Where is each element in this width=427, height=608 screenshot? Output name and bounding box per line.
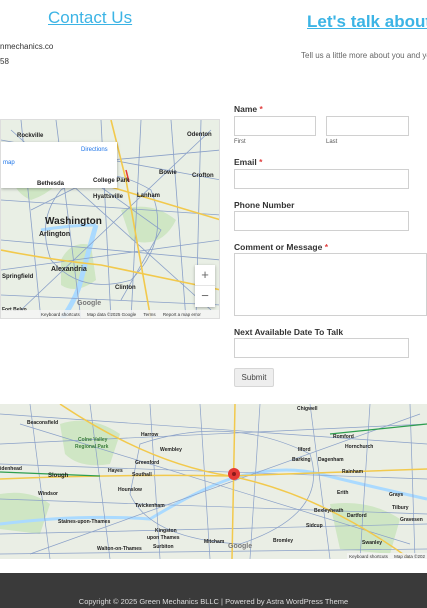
city-hornchurch: Hornchurch	[345, 444, 374, 450]
view-larger-map-link[interactable]: map	[3, 160, 15, 166]
map-zoom-controls: + −	[195, 265, 215, 307]
keyboard-shortcuts-link-2[interactable]: Keyboard shortcuts	[349, 554, 388, 559]
city-kingston: Kingston	[155, 528, 177, 534]
city-ilford: Ilford	[298, 447, 311, 453]
city-mitcham: Mitcham	[204, 539, 225, 545]
submit-button[interactable]: Submit	[234, 368, 274, 387]
city-sidcup: Sidcup	[306, 523, 323, 529]
copyright-text: Copyright © 2025 Green Mechanics BLLC | …	[78, 597, 349, 606]
washington-map[interactable]: Directions map Rockville Bethesda Colleg…	[0, 119, 220, 319]
city-swanley: Swanley	[362, 540, 383, 546]
city-southall: Southall	[132, 472, 152, 478]
contact-phone[interactable]: 58	[0, 57, 9, 66]
city-wembley: Wembley	[160, 447, 182, 453]
city-staines: Staines-upon-Thames	[58, 519, 111, 525]
comment-required-mark: *	[324, 242, 329, 252]
name-label: Name *	[234, 104, 263, 114]
city-hyattsville: Hyattsville	[93, 194, 124, 200]
city-barking: Barking	[292, 457, 311, 463]
talk-heading: Let's talk about y	[307, 12, 427, 31]
date-field[interactable]	[234, 338, 409, 358]
first-name-input[interactable]	[234, 116, 316, 136]
comment-label: Comment or Message *	[234, 242, 329, 252]
city-regional-park: Regional Park	[75, 444, 109, 450]
last-name-input[interactable]	[326, 116, 409, 136]
city-arlington: Arlington	[39, 231, 71, 238]
talk-subtitle: Tell us a little more about you and yo	[301, 51, 427, 60]
city-odenton: Odenton	[187, 132, 212, 138]
city-romford: Romford	[333, 434, 354, 440]
date-label: Next Available Date To Talk	[234, 327, 344, 337]
map-data-text: Map data ©2025 Google	[87, 312, 137, 317]
report-map-error-link[interactable]: Report a map error	[163, 312, 201, 317]
city-crofton: Crofton	[192, 173, 214, 179]
zoom-out-button[interactable]: −	[195, 286, 215, 307]
email-required-mark: *	[259, 157, 263, 167]
city-maidenhead: idenhead	[0, 466, 22, 472]
city-kingston-upon-thames: upon Thames	[147, 535, 180, 541]
city-walton: Walton-on-Thames	[97, 546, 142, 552]
city-bromley: Bromley	[273, 538, 294, 544]
city-dartford: Dartford	[347, 513, 367, 519]
first-name-sublabel: First	[234, 139, 246, 145]
city-twickenham: Twickenham	[135, 503, 165, 509]
city-lanham: Lanham	[137, 193, 161, 199]
zoom-in-button[interactable]: +	[195, 265, 215, 286]
city-springfield: Springfield	[2, 274, 34, 280]
map2-tiles	[0, 404, 427, 559]
map-footer: Keyboard shortcuts Map data ©2025 Google…	[1, 310, 219, 318]
astra-theme-link[interactable]: Astra WordPress Theme	[266, 597, 348, 606]
city-clinton: Clinton	[115, 285, 136, 291]
map2-footer: Keyboard shortcuts Map data ©202	[347, 553, 427, 559]
city-erith: Erith	[337, 490, 349, 496]
comment-textarea[interactable]	[234, 253, 427, 316]
keyboard-shortcuts-link[interactable]: Keyboard shortcuts	[41, 312, 80, 317]
phone-label: Phone Number	[234, 200, 295, 210]
city-washington: Washington	[45, 216, 102, 227]
map-data-text-2: Map data ©202	[394, 554, 425, 559]
contact-email[interactable]: nmechanics.co	[0, 42, 53, 51]
city-tilbury: Tilbury	[392, 505, 409, 511]
phone-field[interactable]	[234, 211, 409, 231]
london-map[interactable]: Chigwell Beaconsfield Colne Valley Regio…	[0, 404, 427, 559]
city-chigwell: Chigwell	[297, 406, 318, 412]
city-beaconsfield: Beaconsfield	[27, 420, 59, 426]
city-grays: Grays	[389, 492, 404, 498]
directions-link[interactable]: Directions	[81, 147, 108, 153]
city-greenford: Greenford	[135, 460, 160, 466]
name-required-mark: *	[259, 104, 263, 114]
email-label: Email *	[234, 157, 263, 167]
last-name-sublabel: Last	[326, 139, 338, 145]
city-hayes: Hayes	[108, 468, 123, 474]
terms-link[interactable]: Terms	[143, 312, 155, 317]
city-hounslow: Hounslow	[118, 487, 142, 493]
city-gravesend: Gravesen	[400, 517, 423, 523]
city-bowie: Bowie	[159, 170, 177, 176]
city-colne-valley: Colne Valley	[78, 437, 108, 443]
google-logo: Google	[77, 300, 102, 307]
city-harrow: Harrow	[141, 432, 159, 438]
city-windsor: Windsor	[38, 491, 58, 497]
city-college-park: College Park	[93, 178, 130, 184]
contact-heading: Contact Us	[48, 8, 133, 27]
google-logo-2: Google	[228, 543, 253, 550]
city-surbiton: Surbiton	[153, 544, 174, 550]
city-rainham: Rainham	[342, 469, 364, 475]
city-bexleyheath: Bexleyheath	[314, 508, 344, 514]
city-slough: Slough	[48, 473, 69, 479]
city-dagenham: Dagenham	[318, 457, 344, 463]
city-rockville: Rockville	[17, 133, 44, 139]
email-field[interactable]	[234, 169, 409, 189]
city-alexandria: Alexandria	[51, 266, 87, 273]
city-bethesda: Bethesda	[37, 181, 65, 187]
